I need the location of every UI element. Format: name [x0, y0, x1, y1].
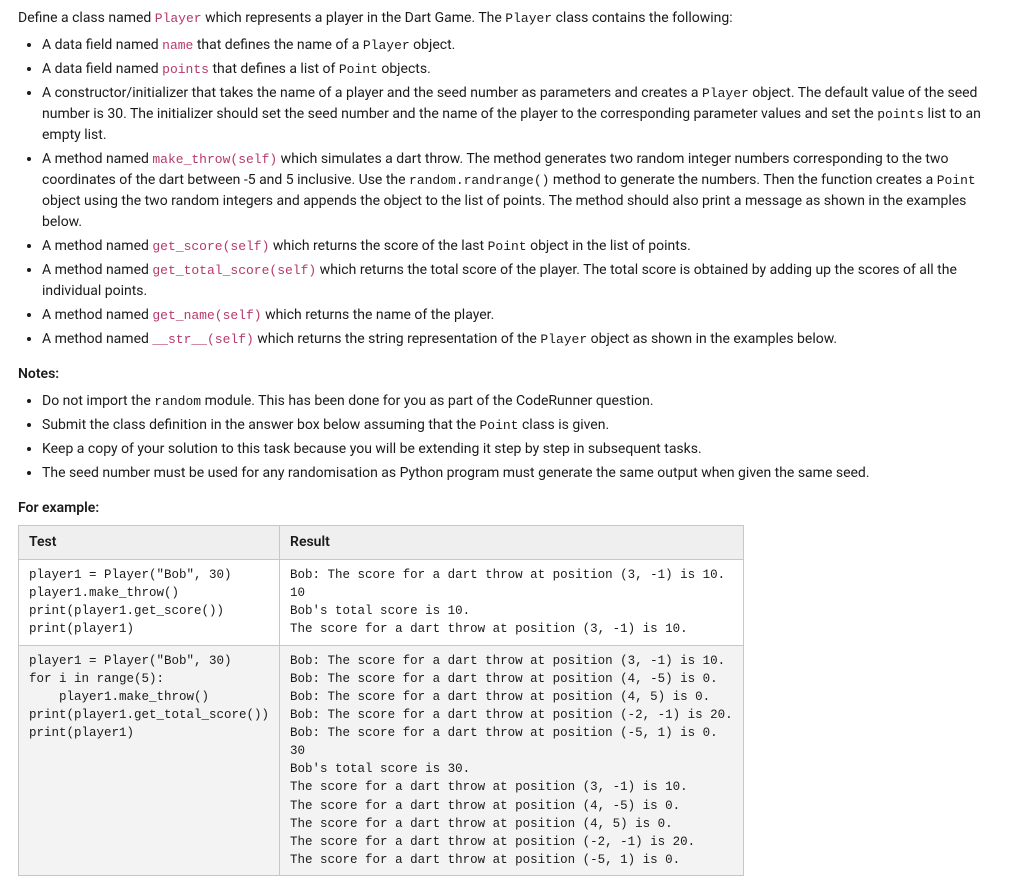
spec-item: A method named get_score(self) which ret…	[42, 236, 1006, 257]
spec-mono: Point	[488, 239, 527, 254]
spec-highlight: make_throw(self)	[152, 152, 277, 167]
spec-item: A data field named points that defines a…	[42, 59, 1006, 80]
spec-text: A method named	[42, 151, 152, 167]
spec-text: that defines a list of	[209, 61, 339, 77]
spec-text: object as shown in the examples below.	[587, 331, 837, 347]
note-text: module. This has been done for you as pa…	[201, 393, 653, 409]
spec-mono: Point	[339, 62, 378, 77]
spec-highlight: get_name(self)	[152, 308, 261, 323]
spec-text: A constructor/initializer that takes the…	[42, 85, 702, 101]
notes-label-text: Notes	[18, 366, 55, 382]
spec-item: A data field named name that defines the…	[42, 35, 1006, 56]
example-label: For example:	[18, 498, 1006, 519]
spec-text: object using the two random integers and…	[42, 193, 966, 230]
notes-label: Notes:	[18, 364, 1006, 385]
spec-highlight: get_total_score(self)	[152, 263, 316, 278]
result-output: Bob: The score for a dart throw at posit…	[290, 566, 733, 639]
intro-class: Player	[155, 11, 202, 26]
note-text: Do not import the	[42, 393, 154, 409]
notes-item: The seed number must be used for any ran…	[42, 463, 1006, 484]
spec-highlight: get_score(self)	[152, 239, 269, 254]
spec-mono: Point	[937, 173, 976, 188]
notes-item: Keep a copy of your solution to this tas…	[42, 439, 1006, 460]
notes-item: Do not import the random module. This ha…	[42, 391, 1006, 412]
spec-mono: Player	[363, 38, 410, 53]
table-cell-test: player1 = Player("Bob", 30) for i in ran…	[19, 645, 280, 876]
spec-text: A data field named	[42, 61, 162, 77]
test-code: player1 = Player("Bob", 30) for i in ran…	[29, 652, 269, 743]
spec-highlight: points	[162, 62, 209, 77]
spec-text: A method named	[42, 331, 152, 347]
example-table: Test Result player1 = Player("Bob", 30) …	[18, 525, 744, 876]
table-row: player1 = Player("Bob", 30) player1.make…	[19, 560, 744, 646]
spec-item: A method named make_throw(self) which si…	[42, 149, 1006, 233]
table-cell-result: Bob: The score for a dart throw at posit…	[280, 645, 744, 876]
spec-mono: points	[877, 107, 924, 122]
spec-text: A method named	[42, 262, 152, 278]
intro-post: class contains the following:	[552, 10, 733, 26]
note-mono: Point	[479, 418, 518, 433]
note-text: Submit the class definition in the answe…	[42, 417, 479, 433]
test-code: player1 = Player("Bob", 30) player1.make…	[29, 566, 269, 639]
spec-mono: random.randrange()	[409, 173, 549, 188]
spec-mono: Player	[540, 332, 587, 347]
spec-text: A method named	[42, 307, 152, 323]
spec-text: A method named	[42, 238, 152, 254]
notes-item: Submit the class definition in the answe…	[42, 415, 1006, 436]
note-mono: random	[154, 394, 201, 409]
spec-text: objects.	[378, 61, 431, 77]
table-cell-result: Bob: The score for a dart throw at posit…	[280, 560, 744, 646]
spec-text: object in the list of points.	[527, 238, 691, 254]
table-header-result: Result	[280, 526, 744, 560]
spec-text: method to generate the numbers. Then the…	[549, 172, 936, 188]
result-output: Bob: The score for a dart throw at posit…	[290, 652, 733, 870]
spec-highlight: __str__(self)	[152, 332, 253, 347]
table-cell-test: player1 = Player("Bob", 30) player1.make…	[19, 560, 280, 646]
spec-text: which returns the name of the player.	[262, 307, 495, 323]
notes-list: Do not import the random module. This ha…	[18, 391, 1006, 484]
question-content: Define a class named Player which repres…	[18, 8, 1006, 876]
intro-class2: Player	[505, 11, 552, 26]
spec-text: which returns the string representation …	[254, 331, 541, 347]
spec-item: A method named get_total_score(self) whi…	[42, 260, 1006, 302]
intro-pre: Define a class named	[18, 10, 155, 26]
spec-item: A method named get_name(self) which retu…	[42, 305, 1006, 326]
spec-mono: Player	[702, 86, 749, 101]
note-text: The seed number must be used for any ran…	[42, 465, 870, 481]
spec-highlight: name	[162, 38, 193, 53]
intro-paragraph: Define a class named Player which repres…	[18, 8, 1006, 29]
note-text: class is given.	[518, 417, 609, 433]
spec-text: which returns the score of the last	[269, 238, 487, 254]
spec-item: A method named __str__(self) which retur…	[42, 329, 1006, 350]
spec-list: A data field named name that defines the…	[18, 35, 1006, 350]
spec-item: A constructor/initializer that takes the…	[42, 83, 1006, 146]
spec-text: that defines the name of a	[193, 37, 362, 53]
table-row: player1 = Player("Bob", 30) for i in ran…	[19, 645, 744, 876]
note-text: Keep a copy of your solution to this tas…	[42, 441, 702, 457]
spec-text: A data field named	[42, 37, 162, 53]
table-header-test: Test	[19, 526, 280, 560]
spec-text: object.	[410, 37, 456, 53]
intro-mid: which represents a player in the Dart Ga…	[202, 10, 506, 26]
